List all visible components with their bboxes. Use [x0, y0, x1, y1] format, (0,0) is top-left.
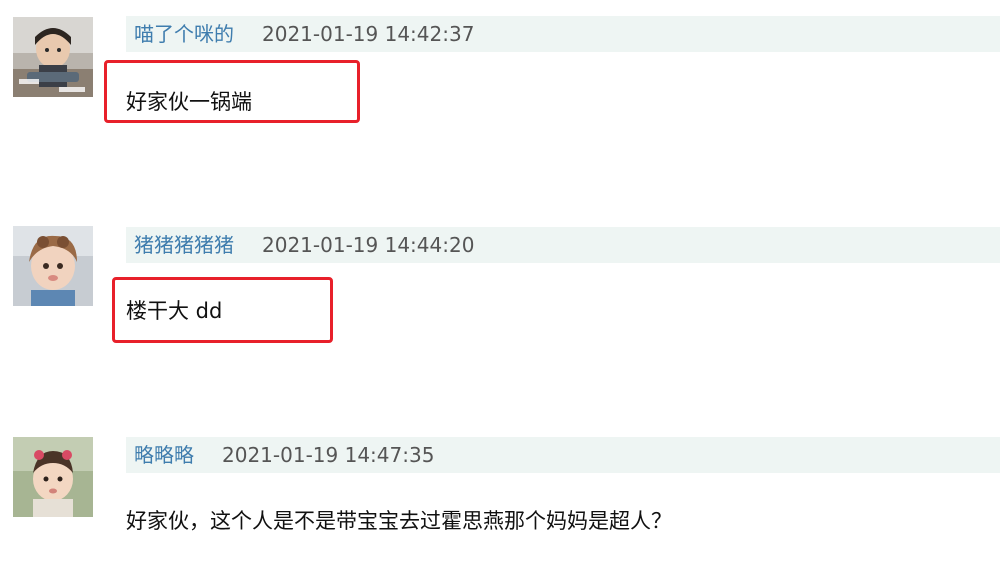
comment-meta: 略略略 2021-01-19 14:47:35	[126, 437, 1000, 473]
comment-text: 好家伙，这个人是不是带宝宝去过霍思燕那个妈妈是超人？	[126, 509, 672, 533]
comment-text: 楼干大 dd	[126, 299, 223, 323]
avatar[interactable]	[13, 437, 93, 517]
username-link[interactable]: 猪猪猪猪猪	[134, 227, 234, 263]
comment-meta: 喵了个咪的 2021-01-19 14:42:37	[126, 16, 1000, 52]
comment-meta: 猪猪猪猪猪 2021-01-19 14:44:20	[126, 227, 1000, 263]
avatar[interactable]	[13, 17, 93, 97]
comment-text: 好家伙一锅端	[126, 90, 252, 114]
timestamp: 2021-01-19 14:47:35	[222, 443, 435, 467]
username-link[interactable]: 略略略	[134, 437, 194, 473]
avatar[interactable]	[13, 226, 93, 306]
username-link[interactable]: 喵了个咪的	[134, 16, 234, 52]
timestamp: 2021-01-19 14:44:20	[262, 233, 475, 257]
timestamp: 2021-01-19 14:42:37	[262, 22, 475, 46]
